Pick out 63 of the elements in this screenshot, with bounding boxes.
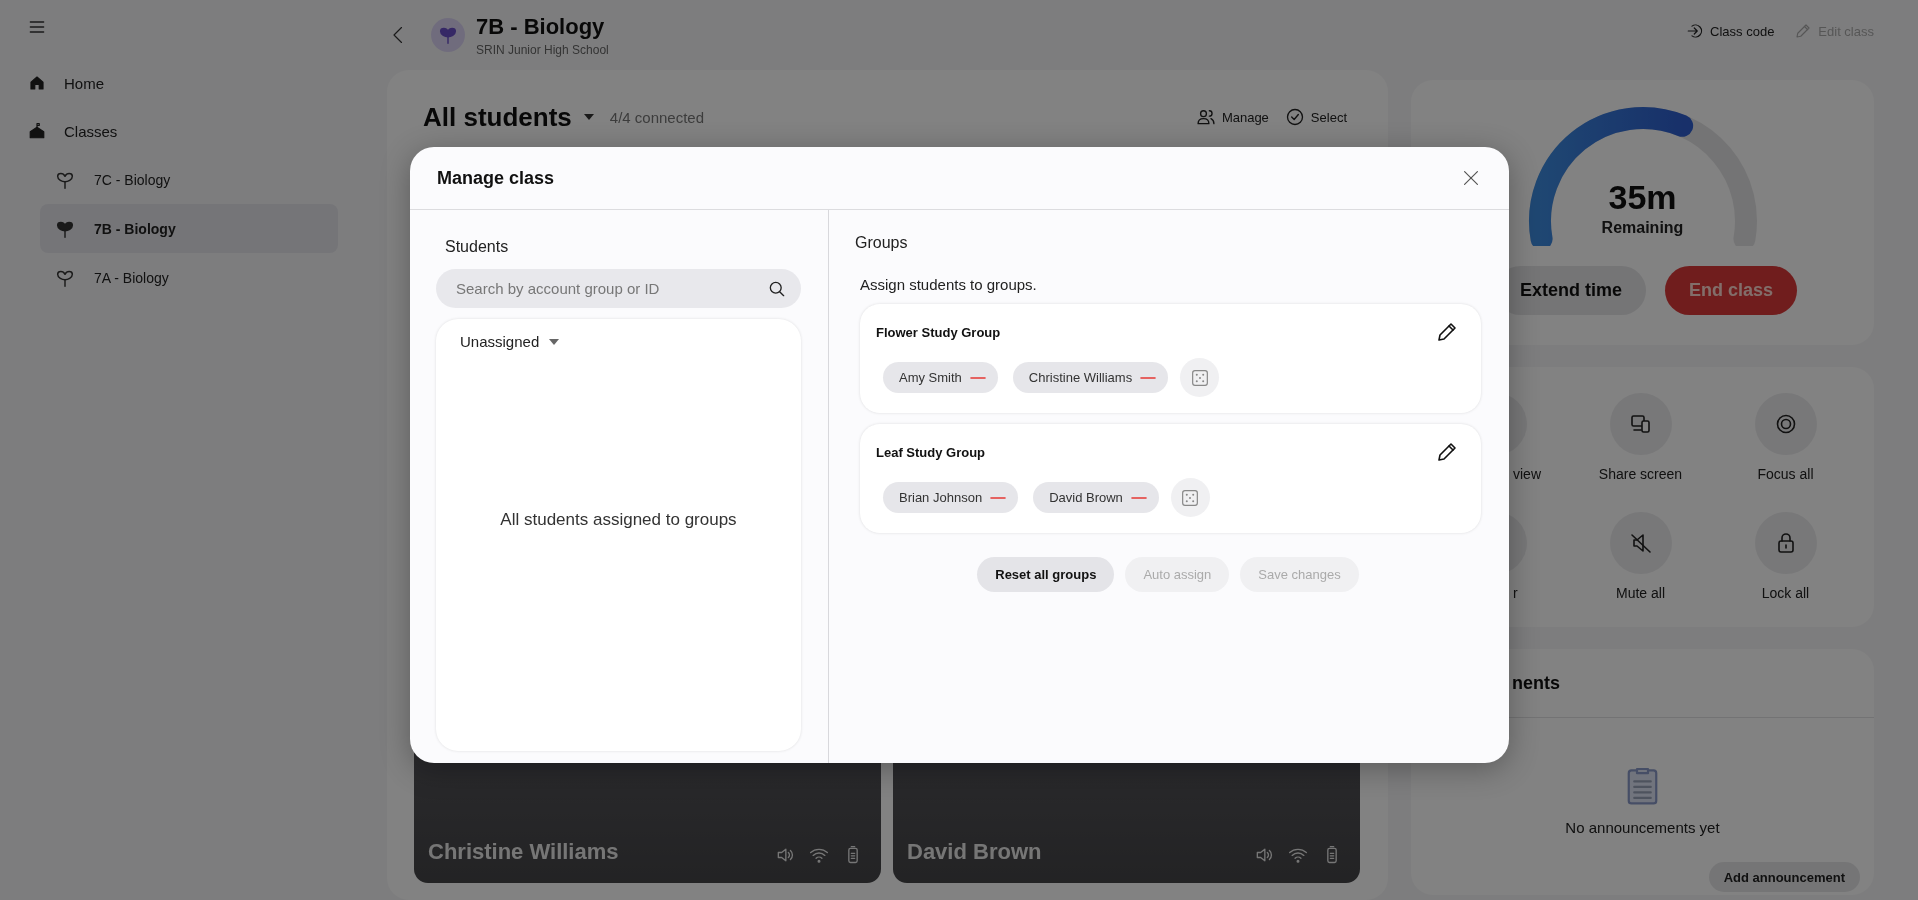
student-chip[interactable]: Christine Williams	[1012, 362, 1169, 393]
action-label: Focus all	[1757, 466, 1814, 482]
search-field[interactable]: Search by account group or ID	[436, 269, 801, 308]
caret-icon	[583, 114, 594, 120]
end-class-button[interactable]: End class	[1665, 266, 1798, 315]
screens-icon	[1628, 412, 1653, 436]
card-title: nents	[1512, 672, 1560, 694]
remove-icon[interactable]	[969, 375, 986, 380]
action-label: Share screen	[1598, 466, 1683, 482]
clipboard-icon	[1626, 766, 1659, 805]
student-name: Christine Williams	[428, 839, 619, 865]
student-chip[interactable]: David Brown	[1033, 482, 1159, 513]
student-name: Christine Williams	[1028, 370, 1133, 385]
connected-count: 4/4 connected	[609, 108, 705, 126]
pencil-icon[interactable]	[1435, 440, 1459, 464]
muted-speaker-icon	[1628, 531, 1653, 555]
class-item[interactable]: 7A - Biology	[40, 253, 338, 302]
action-label: Lock all	[1761, 585, 1810, 601]
pencil-icon[interactable]	[1435, 320, 1459, 344]
unassigned-dropdown[interactable]: Unassigned	[460, 333, 560, 350]
group-name: Leaf Study Group	[876, 444, 986, 460]
caret-icon	[549, 338, 560, 345]
enter-icon	[1686, 22, 1705, 40]
nav-item[interactable]: Classes	[0, 107, 118, 155]
remove-icon[interactable]	[1130, 495, 1147, 500]
class-title: 7B - Biology	[476, 13, 606, 40]
section-title: Students	[445, 238, 510, 256]
random-assign-button[interactable]	[1180, 358, 1220, 397]
dialog-button[interactable]: Reset all groups	[977, 557, 1115, 592]
empty-message: No announcements yet	[1565, 819, 1720, 836]
people-icon	[1195, 107, 1216, 127]
add-announcement-button[interactable]: Add announcement	[1708, 862, 1860, 892]
nav-item[interactable]: Home	[0, 59, 104, 107]
hint-text: Assign students to groups.	[860, 276, 1038, 293]
tool-button[interactable]: Manage	[1195, 107, 1269, 127]
class-item[interactable]: 7B - Biology	[40, 204, 338, 253]
student-chip[interactable]: Amy Smith	[883, 362, 998, 393]
action-label: view	[1512, 466, 1541, 482]
student-name: David Brown	[907, 839, 1042, 865]
empty-message: All students assigned to groups	[500, 509, 737, 530]
home-icon	[28, 74, 46, 92]
remove-icon[interactable]	[1140, 375, 1157, 380]
remove-icon[interactable]	[990, 495, 1007, 500]
random-assign-button[interactable]	[1170, 478, 1210, 517]
school-name: SRIN Junior High School	[476, 42, 609, 57]
check-circle-icon	[1284, 107, 1305, 127]
header-button[interactable]: Class code	[1686, 22, 1775, 40]
action-label: r	[1512, 585, 1518, 601]
school-icon	[28, 122, 46, 140]
remaining-label: Remaining	[1600, 219, 1685, 237]
search-icon	[767, 279, 787, 299]
group-name: Flower Study Group	[876, 324, 1001, 340]
student-name: Brian Johnson	[899, 490, 983, 505]
student-chip[interactable]: Brian Johnson	[883, 482, 1019, 513]
class-item[interactable]: 7C - Biology	[40, 155, 338, 204]
view-dropdown[interactable]: All students	[423, 101, 594, 133]
time-remaining: 35m	[1607, 178, 1678, 217]
action-label: Mute all	[1616, 585, 1665, 601]
dialog-title: Manage class	[437, 167, 555, 189]
tool-button[interactable]: Select	[1284, 107, 1347, 127]
section-title: Groups	[855, 234, 909, 252]
student-name: David Brown	[1049, 490, 1123, 505]
student-name: Amy Smith	[899, 370, 962, 385]
